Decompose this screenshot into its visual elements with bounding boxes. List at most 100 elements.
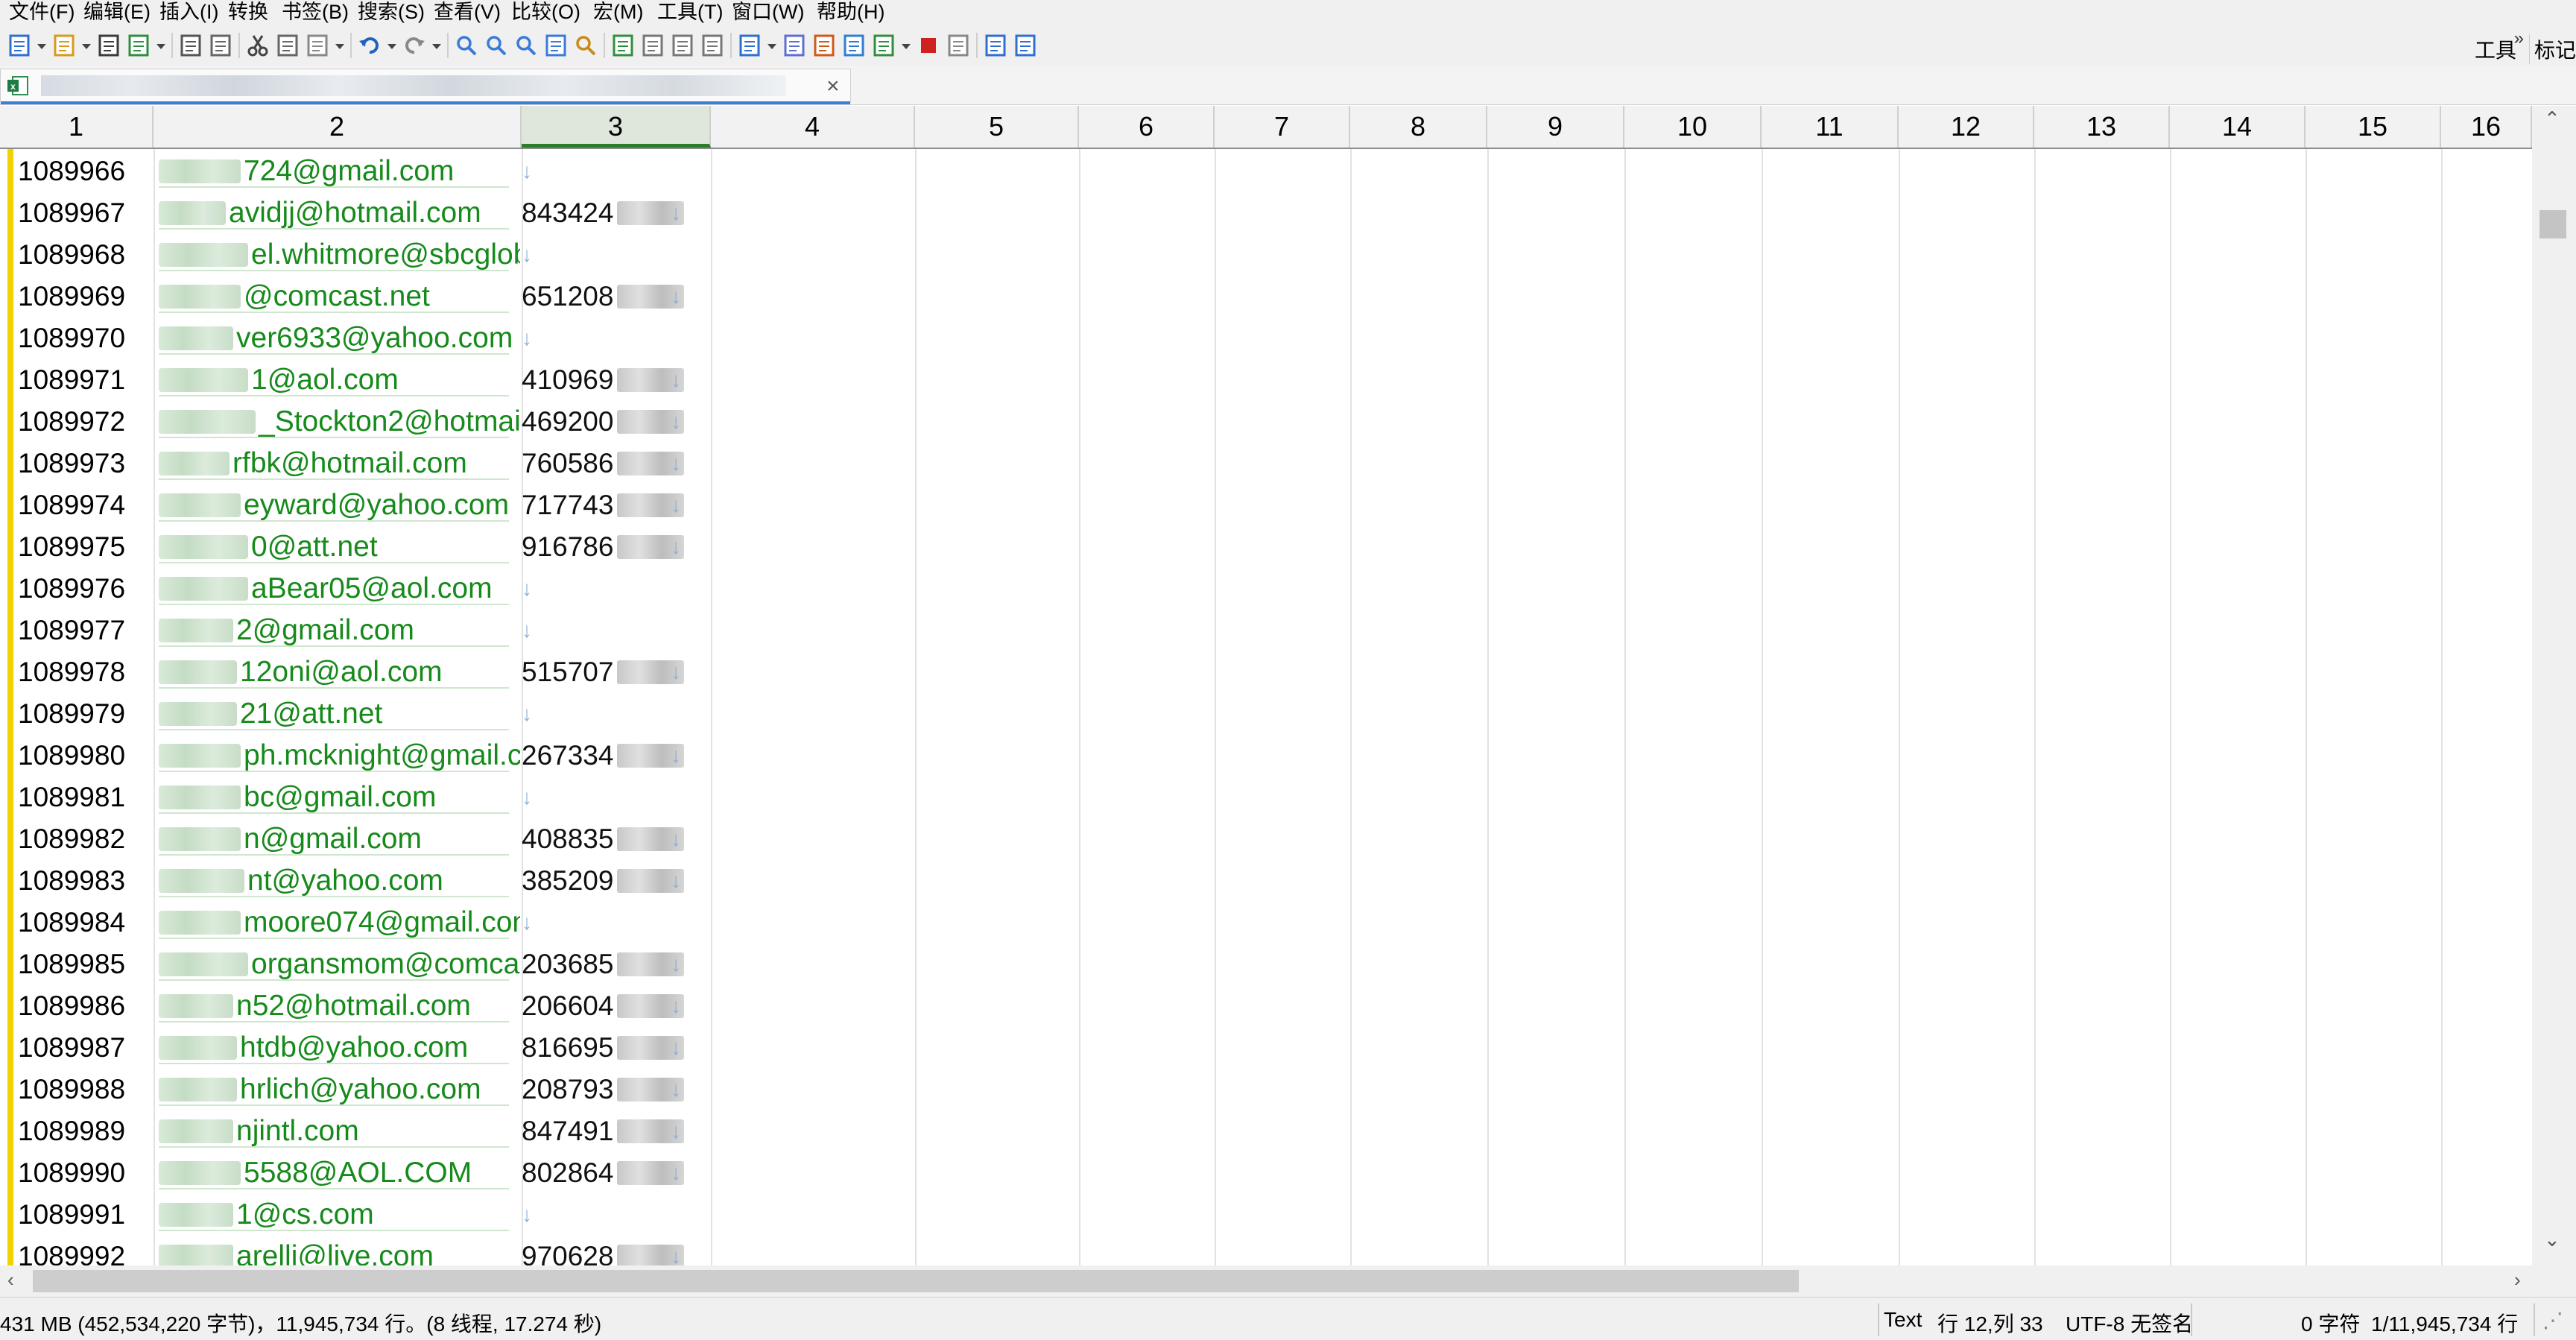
column-header-8[interactable]: 8 [1350,106,1487,148]
phone-cell[interactable]: 469200 ↓ [522,401,708,443]
table-row[interactable]: 1089983 nt@yahoo.com 385209 ↓ [0,860,2532,902]
copy-icon[interactable] [274,32,301,59]
table-row[interactable]: 1089976 aBear05@aol.com ↓ [0,568,2532,610]
dropdown-arrow-icon[interactable] [155,32,167,59]
email-cell[interactable]: n@gmail.com [159,818,520,860]
undo-icon[interactable] [356,32,383,59]
menu-item-4[interactable]: 书签(B) [282,1,349,23]
dropdown-arrow-icon[interactable] [80,32,92,59]
menu-item-11[interactable]: 帮助(H) [817,1,884,23]
menu-item-8[interactable]: 宏(M) [593,1,643,23]
table-row[interactable]: 1089968 el.whitmore@sbcgloba ↓ [0,234,2532,276]
empty-phone-cell[interactable]: ↓ [522,317,708,359]
table-row[interactable]: 1089987 htdb@yahoo.com 816695 ↓ [0,1027,2532,1069]
email-cell[interactable]: organsmom@comcas [159,944,520,985]
phone-cell[interactable]: 385209 ↓ [522,860,708,902]
dropdown-arrow-icon[interactable] [900,32,912,59]
table-row[interactable]: 1089971 1@aol.com 410969 ↓ [0,359,2532,401]
table-row[interactable]: 1089970 ver6933@yahoo.com ↓ [0,317,2532,359]
email-cell[interactable]: aBear05@aol.com [159,568,520,610]
scroll-right-icon[interactable]: › [2514,1268,2521,1292]
email-cell[interactable]: nt@yahoo.com [159,860,520,902]
email-cell[interactable]: htdb@yahoo.com [159,1027,520,1069]
resize-grip-icon[interactable]: ⋰ [2542,1308,2563,1333]
email-cell[interactable]: ph.mcknight@gmail.c [159,735,520,777]
mark-label[interactable]: 标记 [2528,34,2576,64]
scroll-up-icon[interactable]: ⌃ [2544,107,2560,130]
table-row[interactable]: 1089990 5588@AOL.COM 802864 ↓ [0,1152,2532,1194]
status-encoding[interactable]: UTF-8 无签名 [2066,1308,2193,1338]
toolbar-overflow-button[interactable]: » [2514,28,2524,49]
table-row[interactable]: 1089969 @comcast.net 651208 ↓ [0,276,2532,317]
column-header-6[interactable]: 6 [1079,106,1215,148]
file-tab[interactable]: x × [0,69,851,104]
column-header-14[interactable]: 14 [2170,106,2306,148]
phone-cell[interactable]: 515707 ↓ [522,651,708,693]
email-cell[interactable]: n52@hotmail.com [159,985,520,1027]
menu-item-6[interactable]: 查看(V) [434,1,501,23]
menu-item-10[interactable]: 窗口(W) [732,1,804,23]
email-cell[interactable]: 0@att.net [159,526,520,568]
empty-phone-cell[interactable]: ↓ [522,151,708,192]
email-cell[interactable]: arelli@live.com [159,1236,520,1265]
email-cell[interactable]: 2@gmail.com [159,610,520,651]
phone-cell[interactable]: 408835 ↓ [522,818,708,860]
vertical-scroll-thumb[interactable] [2539,210,2566,238]
phone-cell[interactable]: 410969 ↓ [522,359,708,401]
dropdown-arrow-icon[interactable] [334,32,346,59]
column-mode-icon[interactable] [610,32,636,59]
email-cell[interactable]: 21@att.net [159,693,520,735]
play-macro-icon[interactable] [945,32,972,59]
table-row[interactable]: 1089980 ph.mcknight@gmail.c 267334 ↓ [0,735,2532,777]
find-in-files-icon[interactable] [572,32,599,59]
hex-mode-icon[interactable] [639,32,666,59]
table-row[interactable]: 1089975 0@att.net 916786 ↓ [0,526,2532,568]
menu-item-9[interactable]: 工具(T) [657,1,723,23]
table-row[interactable]: 1089986 n52@hotmail.com 206604 ↓ [0,985,2532,1027]
empty-phone-cell[interactable]: ↓ [522,1194,708,1236]
email-cell[interactable]: 1@cs.com [159,1194,520,1236]
list-icon[interactable] [870,32,897,59]
email-cell[interactable]: _Stockton2@hotmail. [159,401,520,443]
email-cell[interactable]: @comcast.net [159,276,520,317]
email-cell[interactable]: 724@gmail.com [159,151,520,192]
column-header-12[interactable]: 12 [1899,106,2034,148]
menu-item-2[interactable]: 插入(I) [159,1,218,23]
redo-icon[interactable] [401,32,428,59]
email-cell[interactable]: bc@gmail.com [159,777,520,818]
phone-cell[interactable]: 717743 ↓ [522,484,708,526]
tab-close-icon[interactable]: × [826,74,840,99]
macro-icon[interactable] [736,32,763,59]
table-row[interactable]: 1089981 bc@gmail.com ↓ [0,777,2532,818]
phone-cell[interactable]: 651208 ↓ [522,276,708,317]
column-header-16[interactable]: 16 [2441,106,2532,148]
spell-check-icon[interactable] [811,32,838,59]
phone-cell[interactable]: 267334 ↓ [522,735,708,777]
email-cell[interactable]: 1@aol.com [159,359,520,401]
table-row[interactable]: 1089985 organsmom@comcas 203685 ↓ [0,944,2532,985]
email-cell[interactable]: el.whitmore@sbcgloba [159,234,520,276]
empty-phone-cell[interactable]: ↓ [522,610,708,651]
table-row[interactable]: 1089992 arelli@live.com 970628 ↓ [0,1236,2532,1265]
tools-wrench-icon[interactable] [1012,32,1039,59]
scroll-left-icon[interactable]: ‹ [7,1268,14,1292]
phone-cell[interactable]: 970628 ↓ [522,1236,708,1265]
menu-item-5[interactable]: 搜索(S) [358,1,425,23]
dropdown-arrow-icon[interactable] [36,32,48,59]
email-cell[interactable]: hrlich@yahoo.com [159,1069,520,1110]
empty-phone-cell[interactable]: ↓ [522,234,708,276]
horizontal-scrollbar[interactable]: ‹ › [0,1265,2532,1297]
column-header-11[interactable]: 11 [1762,106,1899,148]
phone-cell[interactable]: 208793 ↓ [522,1069,708,1110]
table-row[interactable]: 1089972 _Stockton2@hotmail. 469200 ↓ [0,401,2532,443]
empty-phone-cell[interactable]: ↓ [522,568,708,610]
dropdown-arrow-icon[interactable] [431,32,443,59]
show-spaces-icon[interactable] [699,32,726,59]
table-row[interactable]: 1089966 724@gmail.com ↓ [0,151,2532,192]
find-prev-icon[interactable] [513,32,539,59]
table-row[interactable]: 1089991 1@cs.com ↓ [0,1194,2532,1236]
column-header-2[interactable]: 2 [154,106,522,148]
phone-cell[interactable]: 816695 ↓ [522,1027,708,1069]
stop-record-icon[interactable] [915,32,942,59]
phone-cell[interactable]: 760586 ↓ [522,443,708,484]
